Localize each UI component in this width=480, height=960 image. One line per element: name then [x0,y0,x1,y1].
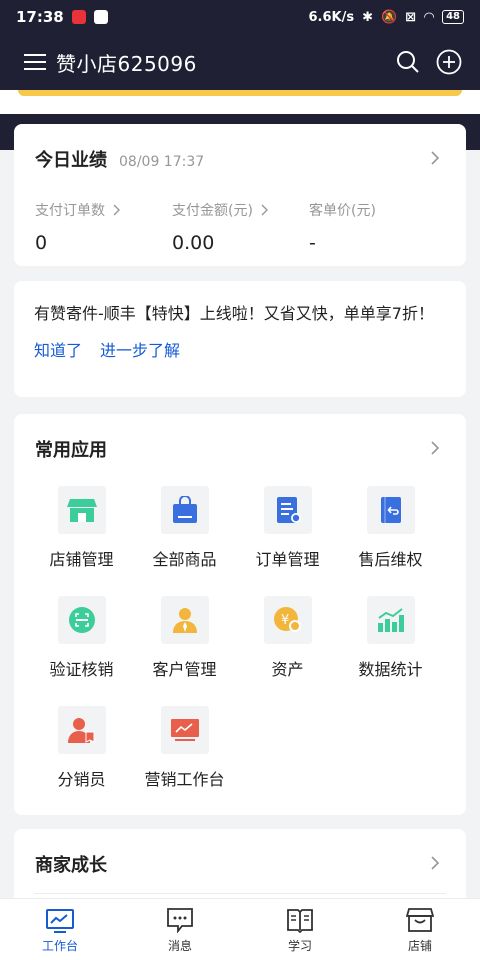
tab-workbench[interactable]: 工作台 [0,899,120,960]
tab-label: 工作台 [41,939,78,953]
marketing-board-icon [170,719,199,741]
customer-icon [172,608,197,633]
app-after-sales[interactable]: 售后维权 [334,486,447,596]
tab-messages[interactable]: 消息 [120,899,240,960]
stat-label: 客单价(元) [309,203,376,219]
performance-datetime: 08/09 17:37 [119,154,205,170]
tab-label: 消息 [167,939,192,953]
divider [34,893,446,894]
app-label: 客户管理 [152,660,217,679]
app-label: 全部商品 [152,550,217,569]
chevron-right-icon [261,204,268,216]
search-icon[interactable] [396,50,420,74]
notification-app-icon-2 [93,10,108,24]
shop-icon [406,908,434,932]
app-label: 验证核销 [49,660,114,679]
stat-label: 支付金额(元) [172,203,253,219]
sim-off-icon: ⊠ [405,9,417,25]
stat-value: 0 [35,232,48,254]
stat-paid-amount[interactable]: 支付金额(元) 0.00 [172,200,309,254]
notice-card: 有赞寄件-顺丰【特快】上线啦！又省又快，单单享7折！ 知道了 进一步了解 [14,281,466,397]
stat-value: - [309,232,316,254]
got-it-link[interactable]: 知道了 [34,337,82,361]
net-speed: 6.6K/s [308,9,355,25]
banner-strip [0,90,480,114]
stat-paid-orders[interactable]: 支付订单数 0 [35,200,172,254]
app-label: 分销员 [57,770,106,789]
app-verify-writeoff[interactable]: 验证核销 [25,596,138,706]
status-bar: 17:38 6.6K/s ✱ 🔕 ⊠ ◠ 48 [0,0,480,34]
app-order-management[interactable]: 订单管理 [231,486,344,596]
app-label: 售后维权 [358,550,423,569]
app-store-management[interactable]: 店铺管理 [25,486,138,596]
app-label: 数据统计 [358,660,423,679]
book-icon [287,909,313,933]
return-book-icon [380,497,401,523]
app-all-products[interactable]: 全部商品 [128,486,241,596]
add-circle-icon[interactable] [436,49,462,75]
bottom-tabbar: 工作台 消息 学习 店铺 [0,898,480,960]
distributor-icon [67,718,94,743]
app-label: 营销工作台 [144,770,225,789]
tab-label: 店铺 [407,939,432,953]
banner-image[interactable] [18,90,462,96]
mute-bell-icon: 🔕 [380,9,398,25]
today-performance-card[interactable]: 今日业绩 08/09 17:37 支付订单数 0 支付金额(元) 0.00 客单… [14,124,466,266]
order-document-icon [276,497,301,523]
bar-chart-icon [377,608,404,632]
learn-more-link[interactable]: 进一步了解 [100,337,180,361]
yuan-coin-icon: ¥ [273,607,301,632]
app-label: 资产 [271,660,304,679]
tab-label: 学习 [287,939,312,953]
app-label: 订单管理 [255,550,320,569]
app-data-statistics[interactable]: 数据统计 [334,596,447,706]
battery-icon: 48 [442,10,464,24]
message-icon [167,908,193,933]
workbench-icon [46,909,74,933]
svg-text:¥: ¥ [281,613,289,628]
growth-title: 商家成长 [35,855,107,876]
app-distributor[interactable]: 分销员 [25,706,138,816]
menu-icon[interactable] [24,53,46,71]
app-assets[interactable]: ¥ 资产 [231,596,344,706]
wifi-icon: ◠ [424,9,435,25]
top-navbar: 赞小店625096 [0,34,480,90]
tab-learning[interactable]: 学习 [240,899,360,960]
app-label: 店铺管理 [49,550,114,569]
app-marketing-workbench[interactable]: 营销工作台 [128,706,241,816]
chevron-right-icon[interactable] [428,856,442,870]
chevron-right-icon[interactable] [428,151,442,165]
tab-shop[interactable]: 店铺 [360,899,480,960]
stat-avg-price: 客单价(元) - [309,200,446,254]
shopping-bag-icon [172,496,197,523]
chevron-right-icon[interactable] [428,441,442,455]
common-apps-card: 常用应用 店铺管理 全部商品 订单管理 售后维权 验证核销 客户管理 ¥ 资产 … [14,414,466,815]
bluetooth-icon: ✱ [362,9,373,25]
apps-title: 常用应用 [35,440,107,461]
stat-label: 支付订单数 [35,203,105,219]
verify-scan-icon [68,607,95,633]
app-customer-management[interactable]: 客户管理 [128,596,241,706]
status-time: 17:38 [16,8,64,26]
stat-value: 0.00 [172,232,215,254]
store-icon [66,499,97,522]
chevron-right-icon [113,204,120,216]
shop-title: 赞小店625096 [56,51,197,76]
notification-app-icon [71,10,86,24]
notice-message: 有赞寄件-顺丰【特快】上线啦！又省又快，单单享7折！ [34,304,434,323]
performance-title: 今日业绩 [35,150,107,171]
